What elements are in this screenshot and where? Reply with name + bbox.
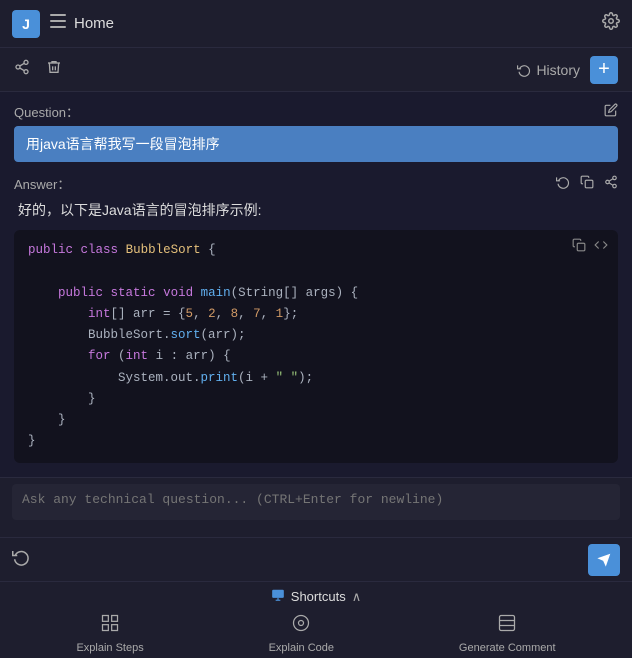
- trash-icon[interactable]: [46, 59, 62, 80]
- toolbar: History +: [0, 48, 632, 92]
- undo-button[interactable]: [12, 548, 30, 571]
- share-answer-icon[interactable]: [604, 175, 618, 192]
- generate-comment-label: Generate Comment: [459, 642, 556, 654]
- explain-code-icon: [291, 613, 311, 638]
- shortcuts-bar: Shortcuts ∧ Explain Steps Explain Code G…: [0, 581, 632, 658]
- gear-icon[interactable]: [602, 12, 620, 35]
- code-view-icon[interactable]: [594, 238, 608, 255]
- code-content: public class BubbleSort { public static …: [28, 240, 604, 453]
- answer-icons: [556, 175, 618, 192]
- code-block: public class BubbleSort { public static …: [14, 230, 618, 463]
- page-title: Home: [74, 15, 602, 32]
- refresh-icon[interactable]: [556, 175, 570, 192]
- copy-answer-icon[interactable]: [580, 175, 594, 192]
- question-value: 用java语言帮我写一段冒泡排序: [14, 126, 618, 162]
- shortcuts-items: Explain Steps Explain Code Generate Comm…: [14, 613, 618, 654]
- header: J Home: [0, 0, 632, 48]
- avatar: J: [12, 10, 40, 38]
- toolbar-right: History +: [517, 56, 618, 84]
- shortcut-explain-steps[interactable]: Explain Steps: [76, 613, 143, 654]
- answer-header: Answer：: [14, 174, 618, 193]
- code-toolbar: [572, 238, 608, 255]
- hamburger-icon[interactable]: [50, 14, 66, 33]
- toolbar-left: [14, 59, 62, 80]
- question-label: Question：: [14, 102, 618, 121]
- copy-code-icon[interactable]: [572, 238, 586, 255]
- question-input[interactable]: [12, 484, 620, 520]
- bottom-bar: [0, 537, 632, 581]
- main-content: Question： 用java语言帮我写一段冒泡排序 Answer： 好的，以下…: [0, 92, 632, 477]
- input-area: [0, 477, 632, 537]
- shortcut-explain-code[interactable]: Explain Code: [269, 613, 334, 654]
- share-icon[interactable]: [14, 59, 30, 80]
- explain-steps-icon: [100, 613, 120, 638]
- history-button[interactable]: History: [517, 62, 580, 78]
- send-button[interactable]: [588, 544, 620, 576]
- edit-icon[interactable]: [604, 103, 618, 120]
- explain-code-label: Explain Code: [269, 642, 334, 654]
- answer-intro: 好的，以下是Java语言的冒泡排序示例:: [14, 198, 618, 222]
- add-button[interactable]: +: [590, 56, 618, 84]
- shortcut-generate-comment[interactable]: Generate Comment: [459, 613, 556, 654]
- explain-steps-label: Explain Steps: [76, 642, 143, 654]
- generate-comment-icon: [497, 613, 517, 638]
